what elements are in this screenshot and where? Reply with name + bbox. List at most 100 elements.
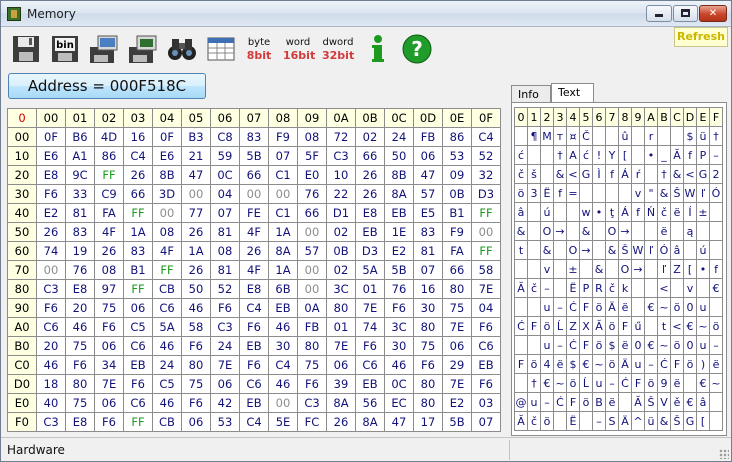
char-cell[interactable]: ć <box>579 145 593 165</box>
char-cell[interactable] <box>618 183 632 203</box>
char-cell[interactable] <box>631 126 645 146</box>
hex-cell[interactable]: F6 <box>297 374 327 394</box>
hex-cell[interactable]: F6 <box>94 412 124 432</box>
hex-cell[interactable]: 3C <box>384 317 414 337</box>
hex-cell[interactable]: 74 <box>355 317 385 337</box>
maximize-button[interactable] <box>673 5 698 22</box>
hex-cell[interactable]: 58 <box>181 317 211 337</box>
char-cell[interactable]: Ć <box>553 392 567 412</box>
char-cell[interactable]: ~ <box>657 297 671 317</box>
hex-cell[interactable]: C4 <box>123 146 153 166</box>
hex-cell[interactable]: C1 <box>268 165 298 185</box>
char-cell[interactable]: € <box>644 335 658 355</box>
char-cell[interactable]: † <box>527 373 541 393</box>
hex-cell[interactable]: 24 <box>384 127 414 147</box>
char-cell[interactable]: → <box>618 221 632 241</box>
char-cell[interactable]: Ă <box>514 411 528 431</box>
hex-cell[interactable]: 5B <box>442 412 472 432</box>
char-cell[interactable]: 3 <box>527 183 541 203</box>
char-cell[interactable]: ^ <box>631 411 645 431</box>
char-cell[interactable]: B <box>592 392 606 412</box>
hex-cell[interactable]: 0A <box>297 298 327 318</box>
char-cell[interactable]: & <box>514 221 528 241</box>
char-cell[interactable]: ë <box>618 297 632 317</box>
char-cell[interactable]: w <box>579 202 593 222</box>
hex-cell[interactable]: E8 <box>355 203 385 223</box>
char-cell[interactable]: [ <box>696 411 710 431</box>
char-cell[interactable] <box>696 221 710 241</box>
hex-cell[interactable]: F6 <box>239 317 269 337</box>
hex-cell[interactable]: 66 <box>355 146 385 166</box>
hex-cell[interactable]: 81 <box>210 222 240 242</box>
hex-cell[interactable]: E6 <box>36 146 66 166</box>
char-cell[interactable]: & <box>592 259 606 279</box>
char-cell[interactable]: G <box>579 164 593 184</box>
hex-cell[interactable]: 39 <box>326 374 356 394</box>
hex-cell[interactable]: 1A <box>181 241 211 261</box>
table-button[interactable] <box>204 32 236 64</box>
hex-cell[interactable]: 46 <box>268 317 298 337</box>
char-cell[interactable] <box>553 411 567 431</box>
char-cell[interactable]: Y <box>605 145 619 165</box>
char-cell[interactable]: ¶ <box>527 126 541 146</box>
hex-cell[interactable]: 8B <box>152 165 182 185</box>
char-cell[interactable]: – <box>644 354 658 374</box>
hex-cell[interactable]: FA <box>94 203 124 223</box>
char-cell[interactable]: t <box>514 240 528 260</box>
hex-cell[interactable]: 81 <box>210 260 240 280</box>
char-cell[interactable]: u <box>527 392 541 412</box>
hex-cell[interactable]: 16 <box>413 279 443 299</box>
hex-cell[interactable]: 80 <box>326 298 356 318</box>
char-cell[interactable]: ě <box>670 392 684 412</box>
char-cell[interactable] <box>644 278 658 298</box>
hex-cell[interactable]: 46 <box>152 393 182 413</box>
char-cell[interactable]: O <box>605 221 619 241</box>
char-cell[interactable]: G <box>696 164 710 184</box>
char-cell[interactable]: ö <box>579 392 593 412</box>
hex-cell[interactable]: 26 <box>36 222 66 242</box>
char-cell[interactable] <box>566 202 580 222</box>
hex-cell[interactable]: 83 <box>413 222 443 242</box>
char-cell[interactable]: 0 <box>683 335 697 355</box>
char-cell[interactable]: ű <box>631 316 645 336</box>
hex-cell[interactable]: 76 <box>297 184 327 204</box>
hex-cell[interactable]: FF <box>123 203 153 223</box>
char-cell[interactable]: @ <box>514 392 528 412</box>
char-cell[interactable]: ± <box>696 202 710 222</box>
hex-cell[interactable]: E8 <box>65 279 95 299</box>
close-button[interactable]: ✕ <box>699 5 727 22</box>
char-cell[interactable]: X <box>579 316 593 336</box>
hex-cell[interactable]: 34 <box>94 355 124 375</box>
char-cell[interactable]: • <box>696 259 710 279</box>
char-cell[interactable]: č <box>657 202 671 222</box>
char-cell[interactable]: Ë <box>540 183 554 203</box>
char-cell[interactable]: → <box>553 221 567 241</box>
hex-cell[interactable]: 30 <box>384 336 414 356</box>
char-cell[interactable]: û <box>618 126 632 146</box>
char-cell[interactable]: u <box>696 297 710 317</box>
char-cell[interactable]: Á <box>618 202 632 222</box>
hex-cell[interactable]: 75 <box>65 393 95 413</box>
hex-cell[interactable]: 80 <box>297 336 327 356</box>
char-cell[interactable]: u <box>540 335 554 355</box>
hex-cell[interactable]: B1 <box>123 260 153 280</box>
char-cell[interactable]: 0 <box>683 297 697 317</box>
hex-cell[interactable]: C6 <box>152 298 182 318</box>
hex-cell[interactable]: 5F <box>297 146 327 166</box>
char-cell[interactable]: r <box>644 126 658 146</box>
char-cell[interactable] <box>709 240 723 260</box>
hex-cell[interactable]: 1A <box>268 260 298 280</box>
hex-cell[interactable]: 07 <box>413 260 443 280</box>
char-cell[interactable]: Š <box>644 392 658 412</box>
info-button[interactable] <box>361 32 393 64</box>
char-cell[interactable]: $ <box>566 354 580 374</box>
hex-cell[interactable]: 29 <box>442 355 472 375</box>
char-cell[interactable]: ö <box>566 373 580 393</box>
char-cell[interactable]: – <box>592 411 606 431</box>
hex-cell[interactable]: 80 <box>65 374 95 394</box>
hex-cell[interactable]: 33 <box>65 184 95 204</box>
char-cell[interactable] <box>592 221 606 241</box>
hex-cell[interactable]: 4F <box>239 260 269 280</box>
char-cell[interactable]: v <box>631 183 645 203</box>
char-cell[interactable]: â <box>670 240 684 260</box>
